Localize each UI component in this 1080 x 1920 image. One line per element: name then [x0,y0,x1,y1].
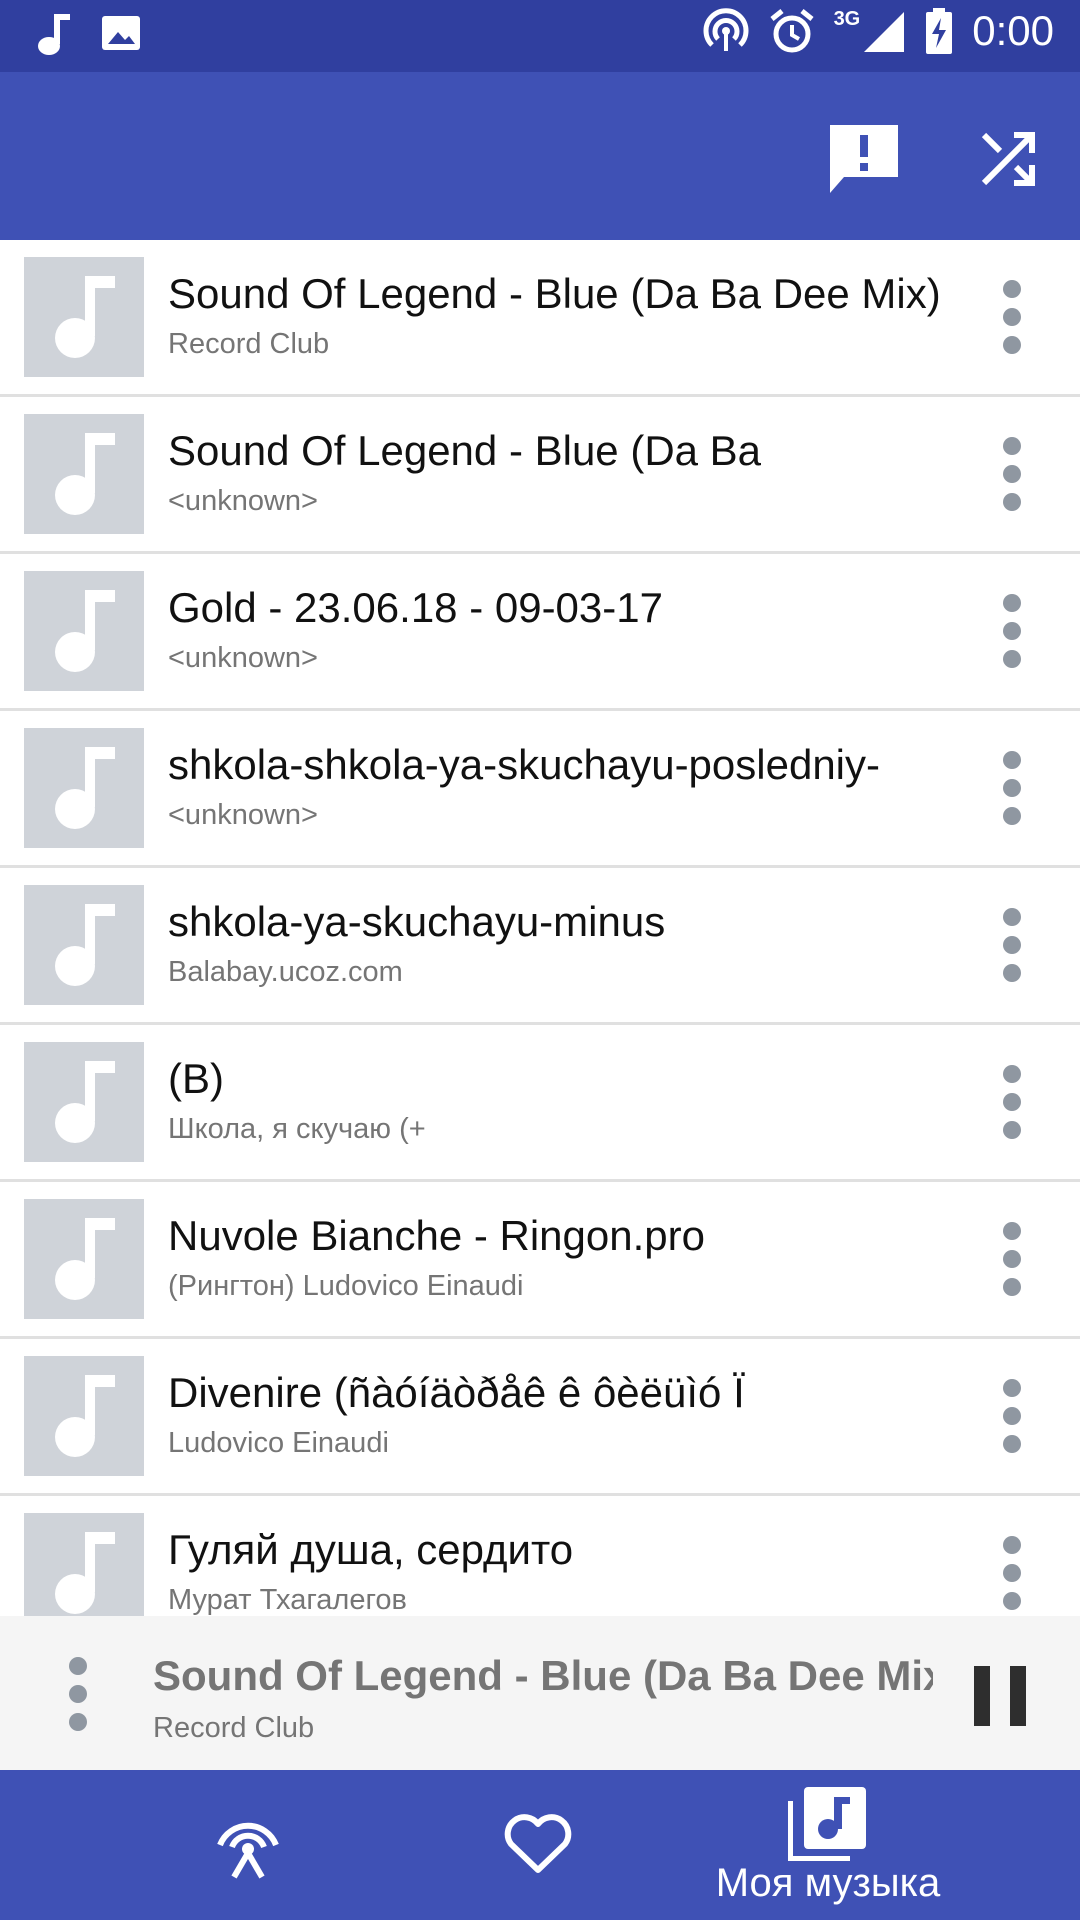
radio-icon [208,1809,288,1881]
track-more-button[interactable] [962,1052,1062,1152]
album-art [24,1513,144,1616]
track-more-button[interactable] [962,1209,1062,1309]
alarm-icon [768,7,816,55]
music-note-icon [49,900,119,990]
music-note-icon [36,12,72,58]
album-art [24,1042,144,1162]
album-art [24,414,144,534]
album-art [24,885,144,1005]
track-more-button[interactable] [962,1366,1062,1466]
now-playing-title: Sound Of Legend - Blue (Da Ba Dee Mix.. [153,1652,933,1699]
track-title: shkola-shkola-ya-skuchayu-posledniy- [168,741,880,788]
status-right-icons: 3G 0:00 [702,6,1054,56]
music-note-icon [49,1528,119,1616]
track-title: Gold - 23.06.18 - 09-03-17 [168,584,663,631]
now-playing-more-button[interactable] [28,1644,128,1744]
track-title: Sound Of Legend - Blue (Da Ba Dee Mix) [168,270,941,317]
list-item[interactable]: Nuvole Bianche - Ringon.pro (Рингтон) Lu… [0,1182,1080,1339]
nav-favorites[interactable] [438,1770,638,1920]
now-playing-bar[interactable]: Sound Of Legend - Blue (Da Ba Dee Mix.. … [0,1616,1080,1770]
feedback-icon [826,121,902,197]
track-title: Sound Of Legend - Blue (Da Ba [168,427,762,474]
album-art [24,1199,144,1319]
feedback-button[interactable] [819,114,909,204]
track-artist: <unknown> [168,485,318,517]
app-toolbar [0,72,1080,240]
more-vert-icon [68,1656,88,1732]
network-type: 3G [833,8,861,30]
music-note-icon [49,586,119,676]
status-bar: 3G 0:00 [0,0,1080,72]
more-vert-icon [1002,593,1022,669]
list-item[interactable]: shkola-ya-skuchayu-minus Balabay.ucoz.co… [0,868,1080,1025]
track-more-button[interactable] [962,1523,1062,1616]
track-title: (B) [168,1055,224,1102]
album-art [24,728,144,848]
music-note-icon [49,272,119,362]
status-left-icons [36,12,142,58]
list-item[interactable]: Sound Of Legend - Blue (Da Ba <unknown> [0,397,1080,554]
more-vert-icon [1002,1221,1022,1297]
more-vert-icon [1002,1535,1022,1611]
pause-icon [972,1664,1028,1728]
track-artist: Balabay.ucoz.com [168,956,403,988]
list-item[interactable]: Гуляй душа, сердито Мурат Тхагалегов [0,1496,1080,1616]
hotspot-icon [702,7,750,55]
track-artist: <unknown> [168,642,318,674]
shuffle-icon [980,131,1036,187]
track-title: Divenire (ñàóíäòðåê ê ôèëüìó Ï [168,1369,745,1416]
more-vert-icon [1002,750,1022,826]
bottom-navigation: Моя музыка [0,1770,1080,1920]
status-time: 0:00 [972,7,1054,54]
image-icon [100,12,142,58]
nav-my-music[interactable]: Моя музыка [716,1770,940,1920]
track-title: Гуляй душа, сердито [168,1526,574,1573]
track-more-button[interactable] [962,581,1062,681]
music-note-icon [49,429,119,519]
my-music-icon [788,1785,868,1861]
track-artist: Ludovico Einaudi [168,1427,389,1459]
track-title: Nuvole Bianche - Ringon.pro [168,1212,705,1259]
more-vert-icon [1002,436,1022,512]
track-list[interactable]: Sound Of Legend - Blue (Da Ba Dee Mix) R… [0,240,1080,1616]
heart-icon [503,1814,573,1876]
now-playing-artist: Record Club [153,1712,315,1744]
more-vert-icon [1002,1378,1022,1454]
track-more-button[interactable] [962,267,1062,367]
track-artist: Школа, я скучаю (+ [168,1113,426,1145]
pause-button[interactable] [950,1646,1050,1746]
album-art [24,257,144,377]
track-artist: Мурат Тхагалегов [168,1584,407,1616]
list-item[interactable]: Gold - 23.06.18 - 09-03-17 <unknown> [0,554,1080,711]
track-artist: <unknown> [168,799,318,831]
more-vert-icon [1002,1064,1022,1140]
music-note-icon [49,1057,119,1147]
signal-icon: 3G [834,8,907,54]
list-item[interactable]: shkola-shkola-ya-skuchayu-posledniy- <un… [0,711,1080,868]
album-art [24,1356,144,1476]
shuffle-button[interactable] [963,114,1053,204]
nav-my-music-label: Моя музыка [715,1860,941,1905]
track-artist: Record Club [168,328,330,360]
more-vert-icon [1002,907,1022,983]
music-note-icon [49,1214,119,1304]
album-art [24,571,144,691]
list-item[interactable]: Sound Of Legend - Blue (Da Ba Dee Mix) R… [0,240,1080,397]
track-more-button[interactable] [962,424,1062,524]
track-more-button[interactable] [962,738,1062,838]
nav-radio[interactable] [148,1770,348,1920]
music-note-icon [49,1371,119,1461]
track-more-button[interactable] [962,895,1062,995]
track-title: shkola-ya-skuchayu-minus [168,898,666,945]
battery-charging-icon [924,6,954,56]
more-vert-icon [1002,279,1022,355]
list-item[interactable]: (B) Школа, я скучаю (+ [0,1025,1080,1182]
music-note-icon [49,743,119,833]
list-item[interactable]: Divenire (ñàóíäòðåê ê ôèëüìó Ï Ludovico … [0,1339,1080,1496]
track-artist: (Рингтон) Ludovico Einaudi [168,1270,524,1302]
